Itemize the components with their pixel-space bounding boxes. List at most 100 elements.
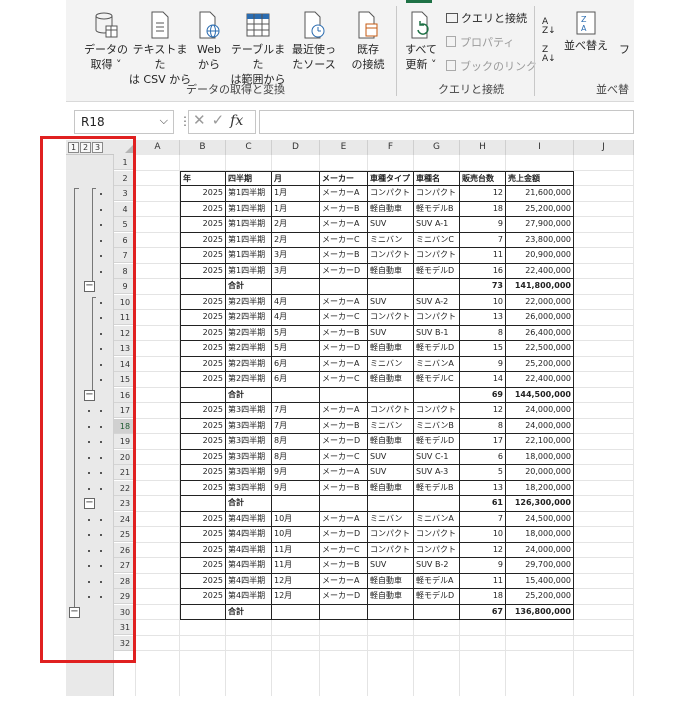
table-cell[interactable]: 第3四半期 bbox=[226, 418, 272, 434]
table-cell[interactable]: 2025 bbox=[180, 263, 226, 279]
table-cell[interactable]: 5 bbox=[460, 465, 506, 481]
table-cell[interactable]: ミニバン bbox=[368, 356, 414, 372]
row-header-9[interactable]: 9 bbox=[114, 279, 136, 294]
table-cell[interactable]: 4月 bbox=[272, 310, 320, 326]
total-row-cell[interactable] bbox=[320, 387, 368, 403]
table-cell[interactable]: 軽モデルC bbox=[414, 372, 460, 388]
table-cell[interactable]: 10 bbox=[460, 294, 506, 310]
table-cell[interactable]: 22,000,000 bbox=[506, 294, 574, 310]
total-row-cell[interactable] bbox=[272, 387, 320, 403]
row-header-26[interactable]: 26 bbox=[114, 542, 136, 558]
table-cell[interactable]: 2025 bbox=[180, 558, 226, 574]
total-row-cell[interactable] bbox=[414, 604, 460, 620]
row-header-14[interactable]: 14 bbox=[114, 356, 136, 372]
table-cell[interactable]: 5月 bbox=[272, 341, 320, 357]
table-cell[interactable]: 9月 bbox=[272, 480, 320, 496]
table-cell[interactable]: 16 bbox=[460, 263, 506, 279]
column-header-g[interactable]: G bbox=[414, 140, 460, 155]
table-cell[interactable]: 20,900,000 bbox=[506, 248, 574, 264]
table-cell[interactable]: 第2四半期 bbox=[226, 356, 272, 372]
table-cell[interactable]: メーカーB bbox=[320, 558, 368, 574]
outline-level-2-button[interactable]: 2 bbox=[80, 142, 91, 153]
table-cell[interactable]: 軽自動車 bbox=[368, 263, 414, 279]
table-cell[interactable]: メーカーA bbox=[320, 573, 368, 589]
sort-ascending-button[interactable]: A Z↓ bbox=[542, 18, 556, 36]
table-cell[interactable]: コンパクト bbox=[414, 310, 460, 326]
row-header-2[interactable]: 2 bbox=[114, 170, 136, 186]
table-cell[interactable]: 6 bbox=[460, 449, 506, 465]
table-cell[interactable]: SUV bbox=[368, 465, 414, 481]
table-cell[interactable]: SUV bbox=[368, 558, 414, 574]
total-row-cell[interactable]: 144,500,000 bbox=[506, 387, 574, 403]
total-row-cell[interactable] bbox=[368, 387, 414, 403]
table-cell[interactable]: 軽モデルB bbox=[414, 480, 460, 496]
table-cell[interactable]: 第3四半期 bbox=[226, 434, 272, 450]
column-header-a[interactable]: A bbox=[136, 140, 180, 155]
row-header-4[interactable]: 4 bbox=[114, 201, 136, 217]
table-cell[interactable]: 2025 bbox=[180, 201, 226, 217]
table-cell[interactable]: 3月 bbox=[272, 248, 320, 264]
row-header-27[interactable]: 27 bbox=[114, 558, 136, 573]
table-cell[interactable]: 第1四半期 bbox=[226, 263, 272, 279]
table-cell[interactable]: ミニバンA bbox=[414, 511, 460, 527]
total-row-cell[interactable] bbox=[272, 604, 320, 620]
table-cell[interactable]: 1月 bbox=[272, 186, 320, 202]
total-row-cell[interactable] bbox=[180, 387, 226, 403]
table-cell[interactable]: 第1四半期 bbox=[226, 232, 272, 248]
filter-button-partial[interactable]: フ bbox=[619, 43, 630, 57]
table-cell[interactable]: メーカーB bbox=[320, 480, 368, 496]
total-row-cell[interactable] bbox=[320, 604, 368, 620]
column-header-h[interactable]: H bbox=[460, 140, 506, 155]
table-cell[interactable]: メーカーA bbox=[320, 186, 368, 202]
table-cell[interactable]: 8月 bbox=[272, 449, 320, 465]
total-row-cell[interactable] bbox=[414, 279, 460, 295]
table-cell[interactable]: SUV bbox=[368, 449, 414, 465]
table-header-cell[interactable]: 年 bbox=[180, 170, 226, 186]
row-header-30[interactable]: 30 bbox=[114, 604, 136, 620]
table-cell[interactable]: 18,000,000 bbox=[506, 527, 574, 543]
column-header-e[interactable]: E bbox=[320, 140, 368, 155]
table-cell[interactable]: 25,200,000 bbox=[506, 356, 574, 372]
row-header-25[interactable]: 25 bbox=[114, 527, 136, 542]
total-row-cell[interactable] bbox=[368, 496, 414, 512]
collapse-group-button[interactable]: − bbox=[84, 498, 95, 509]
row-header-13[interactable]: 13 bbox=[114, 341, 136, 356]
total-row-cell[interactable] bbox=[180, 604, 226, 620]
table-cell[interactable]: 2025 bbox=[180, 403, 226, 419]
total-row-cell[interactable] bbox=[414, 387, 460, 403]
total-row-cell[interactable] bbox=[414, 496, 460, 512]
table-cell[interactable]: 9月 bbox=[272, 465, 320, 481]
total-row-cell[interactable]: 141,800,000 bbox=[506, 279, 574, 295]
table-header-cell[interactable]: 車種名 bbox=[414, 170, 460, 186]
table-cell[interactable]: 12 bbox=[460, 542, 506, 558]
table-cell[interactable]: メーカーA bbox=[320, 217, 368, 233]
table-cell[interactable]: コンパクト bbox=[368, 527, 414, 543]
table-cell[interactable]: 第1四半期 bbox=[226, 217, 272, 233]
table-cell[interactable]: 20,000,000 bbox=[506, 465, 574, 481]
row-header-20[interactable]: 20 bbox=[114, 449, 136, 465]
table-cell[interactable]: メーカーA bbox=[320, 511, 368, 527]
sort-button[interactable]: Z A 並べ替え bbox=[562, 10, 610, 53]
table-cell[interactable]: 9 bbox=[460, 558, 506, 574]
column-header-f[interactable]: F bbox=[368, 140, 414, 155]
table-cell[interactable]: 11月 bbox=[272, 542, 320, 558]
table-cell[interactable]: 18,000,000 bbox=[506, 449, 574, 465]
table-cell[interactable]: 軽自動車 bbox=[368, 341, 414, 357]
workbook-links-button[interactable]: ブックのリンク bbox=[446, 60, 537, 74]
table-cell[interactable]: 12月 bbox=[272, 573, 320, 589]
table-cell[interactable]: 第4四半期 bbox=[226, 589, 272, 605]
table-cell[interactable]: 2025 bbox=[180, 480, 226, 496]
table-cell[interactable]: 25,200,000 bbox=[506, 589, 574, 605]
table-cell[interactable]: コンパクト bbox=[368, 403, 414, 419]
table-cell[interactable]: 22,400,000 bbox=[506, 372, 574, 388]
table-cell[interactable]: 24,500,000 bbox=[506, 511, 574, 527]
table-cell[interactable]: 2025 bbox=[180, 573, 226, 589]
table-cell[interactable]: 29,700,000 bbox=[506, 558, 574, 574]
table-cell[interactable]: 12月 bbox=[272, 589, 320, 605]
table-header-cell[interactable]: 車種タイプ bbox=[368, 170, 414, 186]
table-cell[interactable]: 第4四半期 bbox=[226, 542, 272, 558]
total-row-cell[interactable]: 126,300,000 bbox=[506, 496, 574, 512]
table-cell[interactable]: 軽自動車 bbox=[368, 434, 414, 450]
table-cell[interactable]: メーカーD bbox=[320, 434, 368, 450]
table-cell[interactable]: メーカーC bbox=[320, 232, 368, 248]
